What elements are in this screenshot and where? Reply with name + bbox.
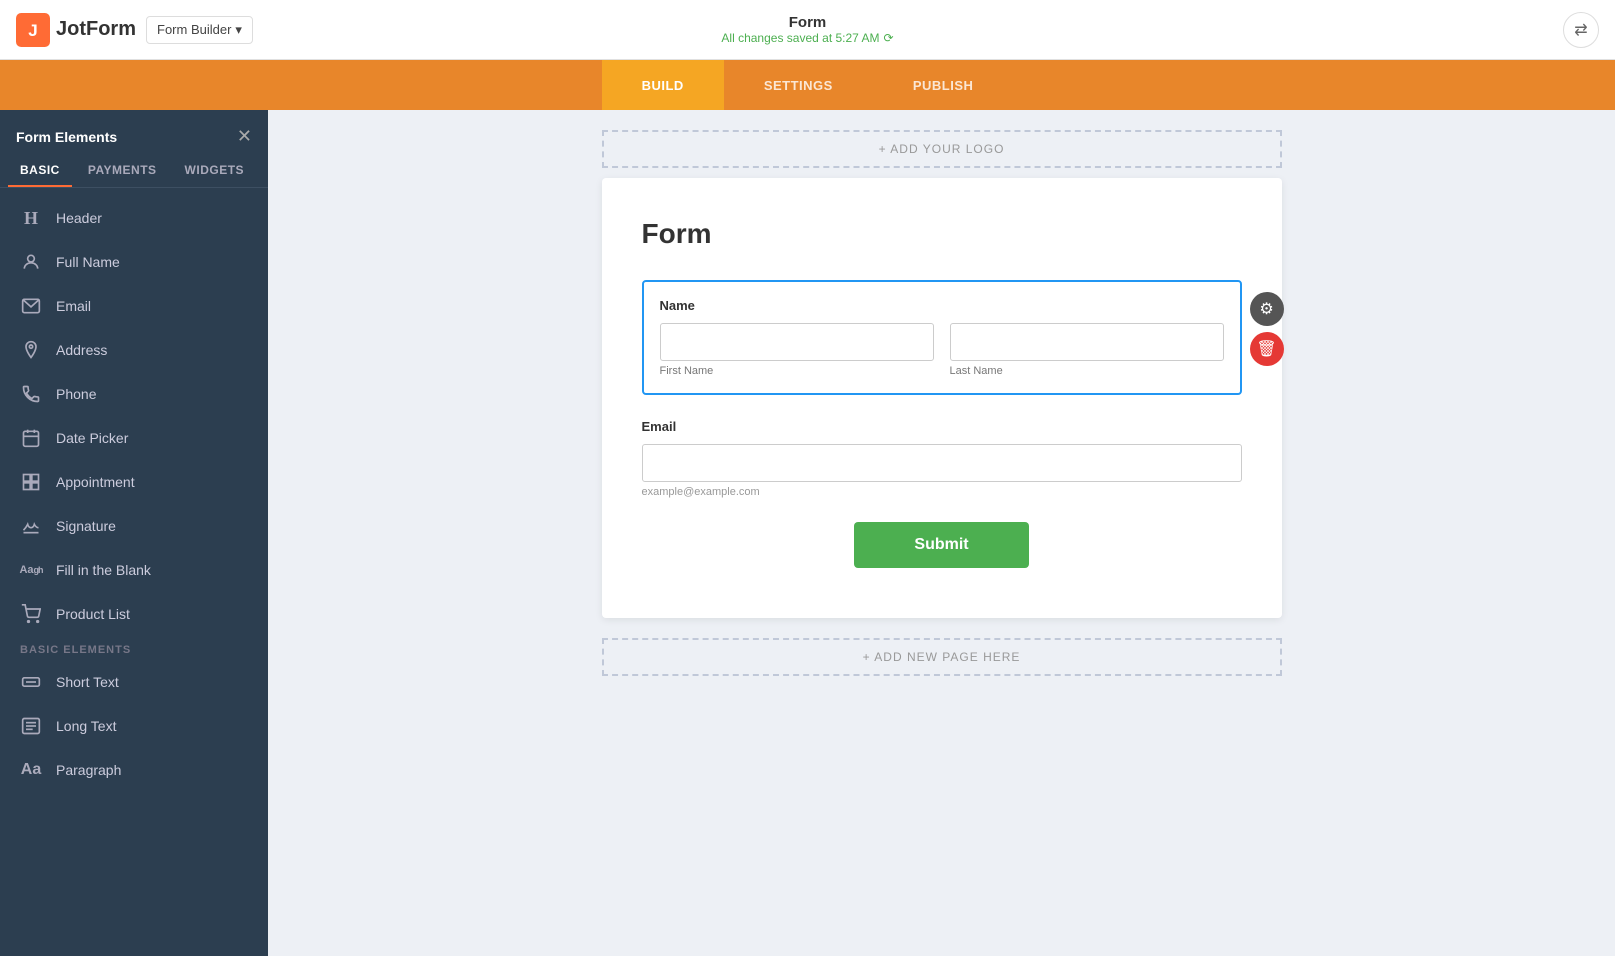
submit-button[interactable]: Submit <box>854 522 1028 568</box>
tab-bar: BUILD SETTINGS PUBLISH <box>0 60 1615 110</box>
sidebar-item-label-paragraph: Paragraph <box>56 762 121 778</box>
sidebar-tab-widgets[interactable]: WIDGETS <box>173 155 257 187</box>
sidebar-item-label-header: Header <box>56 210 102 226</box>
logo-svg: J <box>16 13 50 47</box>
first-name-input[interactable] <box>660 323 934 361</box>
sidebar: Form Elements ✕ BASIC PAYMENTS WIDGETS H… <box>0 110 268 956</box>
gear-icon: ⚙ <box>1259 299 1273 319</box>
phone-icon <box>20 383 42 405</box>
first-name-sublabel: First Name <box>660 365 934 377</box>
sidebar-tab-basic[interactable]: BASIC <box>8 155 72 187</box>
email-input[interactable] <box>642 444 1242 482</box>
sidebar-item-date-picker[interactable]: Date Picker <box>0 416 268 460</box>
address-icon <box>20 339 42 361</box>
sidebar-title: Form Elements <box>16 129 117 145</box>
form-builder-button[interactable]: Form Builder ▾ <box>146 16 253 44</box>
email-icon <box>20 295 42 317</box>
tab-build[interactable]: BUILD <box>602 60 724 110</box>
signature-icon <box>20 515 42 537</box>
field-actions: ⚙ 🗑 <box>1250 292 1284 366</box>
sidebar-item-label-phone: Phone <box>56 386 96 402</box>
sidebar-item-label-full-name: Full Name <box>56 254 120 270</box>
top-nav: J JotForm Form Builder ▾ Form All change… <box>0 0 1615 60</box>
saved-status: All changes saved at 5:27 AM ⟳ <box>721 31 893 45</box>
header-icon: H <box>20 207 42 229</box>
add-page-label: + ADD NEW PAGE HERE <box>863 650 1021 664</box>
add-logo-label: + ADD YOUR LOGO <box>879 142 1005 156</box>
sidebar-item-fill-in-blank[interactable]: Aagh Fill in the Blank <box>0 548 268 592</box>
main-layout: Form Elements ✕ BASIC PAYMENTS WIDGETS H… <box>0 110 1615 956</box>
sidebar-item-label-signature: Signature <box>56 518 116 534</box>
settings-toggle-button[interactable]: ⇄ <box>1563 12 1599 48</box>
product-list-icon <box>20 603 42 625</box>
sidebar-item-full-name[interactable]: Full Name <box>0 240 268 284</box>
sidebar-item-product-list[interactable]: Product List <box>0 592 268 636</box>
sidebar-section-basic-elements: BASIC ELEMENTS <box>0 636 268 660</box>
name-field-selected[interactable]: Name First Name Last Name ⚙ <box>642 280 1242 395</box>
submit-area: Submit <box>642 522 1242 568</box>
logo-text: JotForm <box>56 18 136 41</box>
sidebar-header: Form Elements ✕ <box>0 110 268 155</box>
last-name-sublabel: Last Name <box>950 365 1224 377</box>
sidebar-item-short-text[interactable]: Short Text <box>0 660 268 704</box>
last-name-field: Last Name <box>950 323 1224 377</box>
email-field-group: Email example@example.com <box>642 419 1242 498</box>
sidebar-item-label-date-picker: Date Picker <box>56 430 128 446</box>
field-settings-button[interactable]: ⚙ <box>1250 292 1284 326</box>
first-name-field: First Name <box>660 323 934 377</box>
nav-left: J JotForm Form Builder ▾ <box>16 13 253 47</box>
form-builder-label: Form Builder <box>157 22 231 37</box>
paragraph-icon: Aa <box>20 759 42 781</box>
name-subfields: First Name Last Name <box>660 323 1224 377</box>
name-field-label: Name <box>660 298 1224 313</box>
trash-icon: 🗑 <box>1256 339 1276 359</box>
sidebar-tab-payments[interactable]: PAYMENTS <box>76 155 169 187</box>
chevron-down-icon: ▾ <box>235 22 242 38</box>
email-field-label: Email <box>642 419 1242 434</box>
form-title: Form <box>721 14 893 31</box>
sidebar-item-appointment[interactable]: Appointment <box>0 460 268 504</box>
sidebar-items: H Header Full Name Email Address <box>0 188 268 800</box>
sidebar-item-signature[interactable]: Signature <box>0 504 268 548</box>
sidebar-item-label-address: Address <box>56 342 107 358</box>
add-page-bar[interactable]: + ADD NEW PAGE HERE <box>602 638 1282 676</box>
nav-right: ⇄ <box>1563 12 1599 48</box>
jotform-logo[interactable]: J JotForm <box>16 13 136 47</box>
appointment-icon <box>20 471 42 493</box>
long-text-icon <box>20 715 42 737</box>
tab-publish[interactable]: PUBLISH <box>873 60 1014 110</box>
saved-status-text: All changes saved at 5:27 AM <box>721 31 879 45</box>
sidebar-item-long-text[interactable]: Long Text <box>0 704 268 748</box>
settings-icon: ⇄ <box>1574 20 1587 40</box>
sidebar-close-button[interactable]: ✕ <box>237 126 252 147</box>
sync-icon: ⟳ <box>884 31 894 45</box>
sidebar-item-header[interactable]: H Header <box>0 196 268 240</box>
tab-settings[interactable]: SETTINGS <box>724 60 873 110</box>
form-heading: Form <box>642 218 1242 250</box>
short-text-icon <box>20 671 42 693</box>
fill-blank-icon: Aagh <box>20 559 42 581</box>
sidebar-item-label-appointment: Appointment <box>56 474 135 490</box>
sidebar-item-label-product-list: Product List <box>56 606 130 622</box>
full-name-icon <box>20 251 42 273</box>
sidebar-item-address[interactable]: Address <box>0 328 268 372</box>
sidebar-item-label-long-text: Long Text <box>56 718 116 734</box>
sidebar-item-label-email: Email <box>56 298 91 314</box>
name-field-group: Name First Name Last Name ⚙ <box>642 280 1242 395</box>
sidebar-item-paragraph[interactable]: Aa Paragraph <box>0 748 268 792</box>
sidebar-item-label-short-text: Short Text <box>56 674 119 690</box>
add-logo-bar[interactable]: + ADD YOUR LOGO <box>602 130 1282 168</box>
sidebar-tabs: BASIC PAYMENTS WIDGETS <box>0 155 268 188</box>
form-card: Form Name First Name Last Name <box>602 178 1282 618</box>
svg-text:J: J <box>28 21 37 40</box>
field-delete-button[interactable]: 🗑 <box>1250 332 1284 366</box>
canvas-area: + ADD YOUR LOGO Form Name First Name Las… <box>268 110 1615 956</box>
email-hint: example@example.com <box>642 486 1242 498</box>
nav-center: Form All changes saved at 5:27 AM ⟳ <box>721 14 893 45</box>
sidebar-item-email[interactable]: Email <box>0 284 268 328</box>
date-picker-icon <box>20 427 42 449</box>
sidebar-item-label-fill-blank: Fill in the Blank <box>56 562 151 578</box>
last-name-input[interactable] <box>950 323 1224 361</box>
sidebar-item-phone[interactable]: Phone <box>0 372 268 416</box>
